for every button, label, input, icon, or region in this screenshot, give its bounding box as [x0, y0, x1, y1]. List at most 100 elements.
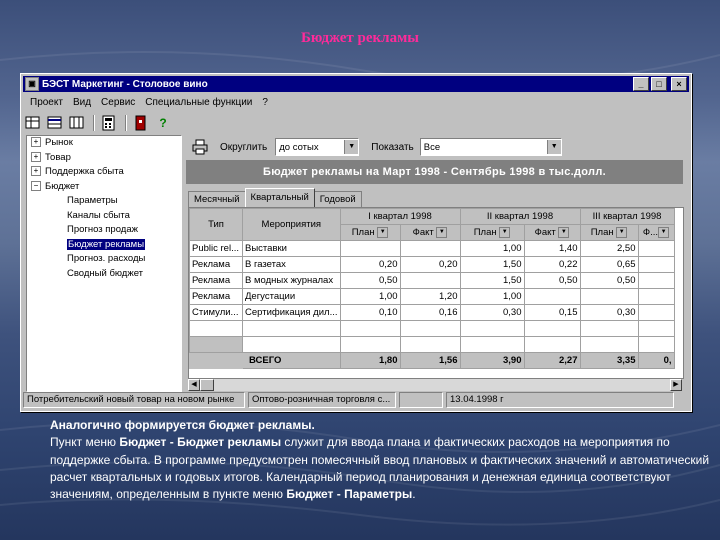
tree-item-summary-budget[interactable]: Сводный бюджет — [27, 267, 181, 282]
tree-item-market[interactable]: + Рынок — [27, 136, 181, 151]
cell-value[interactable]: 1,00 — [339, 288, 401, 305]
tree-item-sales-channels[interactable]: Каналы сбыта — [27, 209, 181, 224]
tree-item-product[interactable]: + Товар — [27, 151, 181, 166]
cell-value[interactable]: 0,30 — [579, 304, 639, 321]
tab-monthly[interactable]: Месячный — [188, 191, 246, 207]
cell-value[interactable]: 1,00 — [459, 288, 525, 305]
cell-event[interactable]: Сертификация дил... — [242, 304, 341, 321]
show-select[interactable]: Все ▼ — [419, 138, 562, 156]
cell-value[interactable] — [637, 240, 675, 257]
cell-type[interactable]: Public rel... — [189, 240, 243, 257]
cell-value[interactable]: 0,50 — [523, 272, 581, 289]
cell-value[interactable] — [637, 272, 675, 289]
table-row[interactable]: Public rel... Выставки 1,00 1,40 2,50 — [189, 240, 675, 257]
scroll-right-icon[interactable]: ▶ — [670, 379, 682, 391]
cell-value[interactable] — [399, 240, 461, 257]
tab-yearly[interactable]: Годовой — [313, 191, 362, 207]
cell-value[interactable] — [637, 288, 675, 305]
expand-icon[interactable]: + — [31, 151, 41, 162]
sub-header[interactable]: Ф... ▼ — [637, 224, 675, 241]
title-bar[interactable]: ▣ БЭСТ Маркетинг - Столовое вино _ □ × — [23, 76, 689, 92]
cell-value[interactable]: 0,15 — [523, 304, 581, 321]
sub-header[interactable]: План ▼ — [459, 224, 525, 241]
collapse-icon[interactable]: − — [31, 180, 41, 191]
minimize-button[interactable]: _ — [633, 77, 649, 91]
toolbar-separator — [125, 115, 127, 131]
scroll-left-icon[interactable]: ◀ — [188, 379, 200, 391]
cell-value[interactable] — [523, 288, 581, 305]
cell-event[interactable]: Выставки — [242, 240, 341, 257]
tree-item-expense-forecast[interactable]: Прогноз. расходы — [27, 252, 181, 267]
expand-icon[interactable]: + — [31, 137, 41, 148]
printer-icon[interactable] — [192, 139, 208, 155]
table-row[interactable]: Реклама В модных журналах 0,50 1,50 0,50… — [189, 272, 675, 289]
cell-event[interactable]: Дегустации — [242, 288, 341, 305]
cell-value[interactable]: 0,22 — [523, 256, 581, 273]
sub-header[interactable]: Факт ▼ — [523, 224, 581, 241]
cell-value[interactable] — [637, 256, 675, 273]
tab-quarterly[interactable]: Квартальный — [244, 188, 315, 207]
cell-value[interactable]: 0,20 — [399, 256, 461, 273]
header-row-quarters: Тип Мероприятия I квартал 1998 II кварта… — [189, 208, 675, 241]
table-row[interactable]: Реклама Дегустации 1,00 1,20 1,00 — [189, 288, 675, 305]
cell-value[interactable]: 1,00 — [459, 240, 525, 257]
cell-value[interactable] — [399, 272, 461, 289]
grid-icon[interactable] — [47, 115, 63, 131]
cell-event[interactable]: В модных журналах — [242, 272, 341, 289]
table-icon[interactable] — [25, 115, 41, 131]
table-row[interactable]: Реклама В газетах 0,20 0,20 1,50 0,22 0,… — [189, 256, 675, 273]
menu-bar: Проект Вид Сервис Специальные функции ? — [25, 95, 273, 111]
col-header-type: Тип — [189, 208, 243, 241]
tree-item-parameters[interactable]: Параметры — [27, 194, 181, 209]
menu-project[interactable]: Проект — [25, 95, 68, 111]
maximize-button[interactable]: □ — [651, 77, 667, 91]
cell-type[interactable]: Стимули... — [189, 304, 243, 321]
cell-value[interactable]: 1,20 — [399, 288, 461, 305]
round-select[interactable]: до сотых ▼ — [275, 138, 360, 156]
cell-type[interactable]: Реклама — [189, 288, 243, 305]
cell-type[interactable]: Реклама — [189, 272, 243, 289]
chevron-down-icon: ▼ — [436, 226, 448, 238]
cell-value[interactable]: 1,40 — [523, 240, 581, 257]
sub-header[interactable]: План ▼ — [339, 224, 401, 241]
menu-view[interactable]: Вид — [68, 95, 96, 111]
app-icon: ▣ — [25, 77, 39, 91]
sub-header[interactable]: План ▼ — [579, 224, 639, 241]
cell-value[interactable] — [579, 288, 639, 305]
cell-type[interactable]: Реклама — [189, 256, 243, 273]
cell-value[interactable]: 2,50 — [579, 240, 639, 257]
cell-value[interactable]: 0,30 — [459, 304, 525, 321]
table-row[interactable]: Стимули... Сертификация дил... 0,10 0,16… — [189, 304, 675, 321]
tree-item-sales-forecast[interactable]: Прогноз продаж — [27, 223, 181, 238]
cell-value[interactable]: 0,16 — [399, 304, 461, 321]
cell-value[interactable]: 1,50 — [459, 256, 525, 273]
horizontal-scrollbar[interactable]: ◀ ▶ — [188, 379, 682, 391]
chevron-down-icon[interactable]: ▼ — [344, 140, 359, 154]
menu-special-functions[interactable]: Специальные функции — [140, 95, 257, 111]
tree-item-sales-support[interactable]: + Поддержка сбыта — [27, 165, 181, 180]
cell-event[interactable]: В газетах — [242, 256, 341, 273]
menu-help[interactable]: ? — [257, 95, 273, 111]
tree-item-ad-budget[interactable]: Бюджет рекламы — [27, 238, 181, 253]
close-button[interactable]: × — [671, 77, 687, 91]
help-icon[interactable]: ? — [155, 115, 171, 131]
calculator-icon[interactable] — [101, 115, 117, 131]
cell-value[interactable]: 0,50 — [579, 272, 639, 289]
tree-item-budget[interactable]: − Бюджет — [27, 180, 181, 195]
menu-service[interactable]: Сервис — [96, 95, 140, 111]
cell-value[interactable]: 0,10 — [339, 304, 401, 321]
expand-icon[interactable]: + — [31, 166, 41, 177]
chevron-down-icon: ▼ — [658, 226, 670, 238]
cell-value[interactable] — [339, 240, 401, 257]
columns-icon[interactable] — [69, 115, 85, 131]
scroll-thumb[interactable] — [200, 379, 214, 391]
cell-value[interactable]: 0,65 — [579, 256, 639, 273]
cell-value[interactable]: 0,50 — [339, 272, 401, 289]
cell-value[interactable]: 0,20 — [339, 256, 401, 273]
period-tabs: Месячный Квартальный Годовой — [188, 188, 362, 207]
chevron-down-icon[interactable]: ▼ — [546, 140, 561, 154]
sub-header[interactable]: Факт ▼ — [399, 224, 461, 241]
exit-icon[interactable] — [133, 115, 149, 131]
cell-value[interactable]: 1,50 — [459, 272, 525, 289]
cell-value[interactable] — [637, 304, 675, 321]
